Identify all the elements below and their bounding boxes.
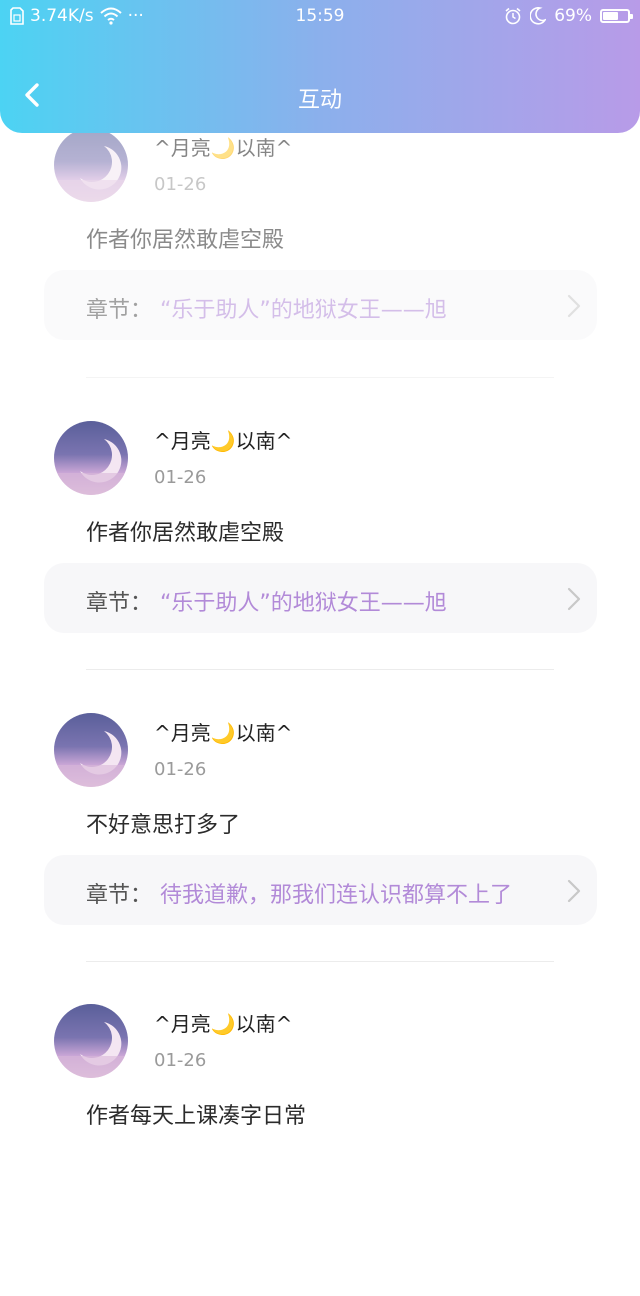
status-bar: 3.74K/s ··· 15:59 69% [0, 0, 640, 34]
chapter-link[interactable]: 章节： “乐于助人”的地狱女王——旭 [44, 270, 597, 340]
comment-text: 作者你居然敢虐空殿 [86, 521, 285, 546]
chapter-label: 章节： [86, 591, 153, 616]
divider [86, 961, 554, 962]
comment-date: 01-26 [154, 1050, 207, 1071]
comment-date: 01-26 [154, 174, 207, 195]
page-title: 互动 [297, 88, 342, 113]
comment-item: ^月亮🌙以南^ 01-26 作者你居然敢虐空殿 章节： “乐于助人”的地狱女王—… [0, 128, 640, 420]
alarm-icon [505, 7, 521, 25]
avatar[interactable] [54, 713, 128, 787]
chapter-link[interactable]: 章节： “乐于助人”的地狱女王——旭 [44, 563, 597, 633]
comment-item: ^月亮🌙以南^ 01-26 不好意思打多了 章节： 待我道歉，那我们连认识都算不… [0, 713, 640, 1005]
comment-item: ^月亮🌙以南^ 01-26 作者每天上课凑字日常 [0, 1004, 640, 1296]
moon-icon [530, 7, 547, 25]
comment-text: 作者每天上课凑字日常 [86, 1104, 307, 1129]
username[interactable]: ^月亮🌙以南^ [154, 1008, 292, 1037]
battery-icon [600, 9, 633, 23]
app-header: 3.74K/s ··· 15:59 69% 互动 [0, 0, 640, 133]
comment-item: ^月亮🌙以南^ 01-26 作者你居然敢虐空殿 章节： “乐于助人”的地狱女王—… [0, 421, 640, 713]
divider [86, 377, 554, 378]
chapter-link[interactable]: 章节： 待我道歉，那我们连认识都算不上了 [44, 855, 597, 925]
chapter-label: 章节： [86, 883, 153, 908]
chevron-right-icon [567, 587, 581, 611]
avatar[interactable] [54, 421, 128, 495]
comment-date: 01-26 [154, 467, 207, 488]
comment-date: 01-26 [154, 759, 207, 780]
username[interactable]: ^月亮🌙以南^ [154, 132, 292, 161]
comment-text: 作者你居然敢虐空殿 [86, 228, 285, 253]
chapter-label: 章节： [86, 298, 153, 323]
chapter-title: “乐于助人”的地狱女王——旭 [160, 591, 447, 616]
chapter-title: “乐于助人”的地狱女王——旭 [160, 298, 447, 323]
username[interactable]: ^月亮🌙以南^ [154, 425, 292, 454]
avatar[interactable] [54, 1004, 128, 1078]
chapter-title: 待我道歉，那我们连认识都算不上了 [160, 883, 513, 908]
chevron-right-icon [567, 294, 581, 318]
comment-text: 不好意思打多了 [86, 813, 241, 838]
divider [86, 669, 554, 670]
chevron-right-icon [567, 879, 581, 903]
battery-percent: 69% [554, 6, 592, 26]
username[interactable]: ^月亮🌙以南^ [154, 717, 292, 746]
avatar[interactable] [54, 128, 128, 202]
